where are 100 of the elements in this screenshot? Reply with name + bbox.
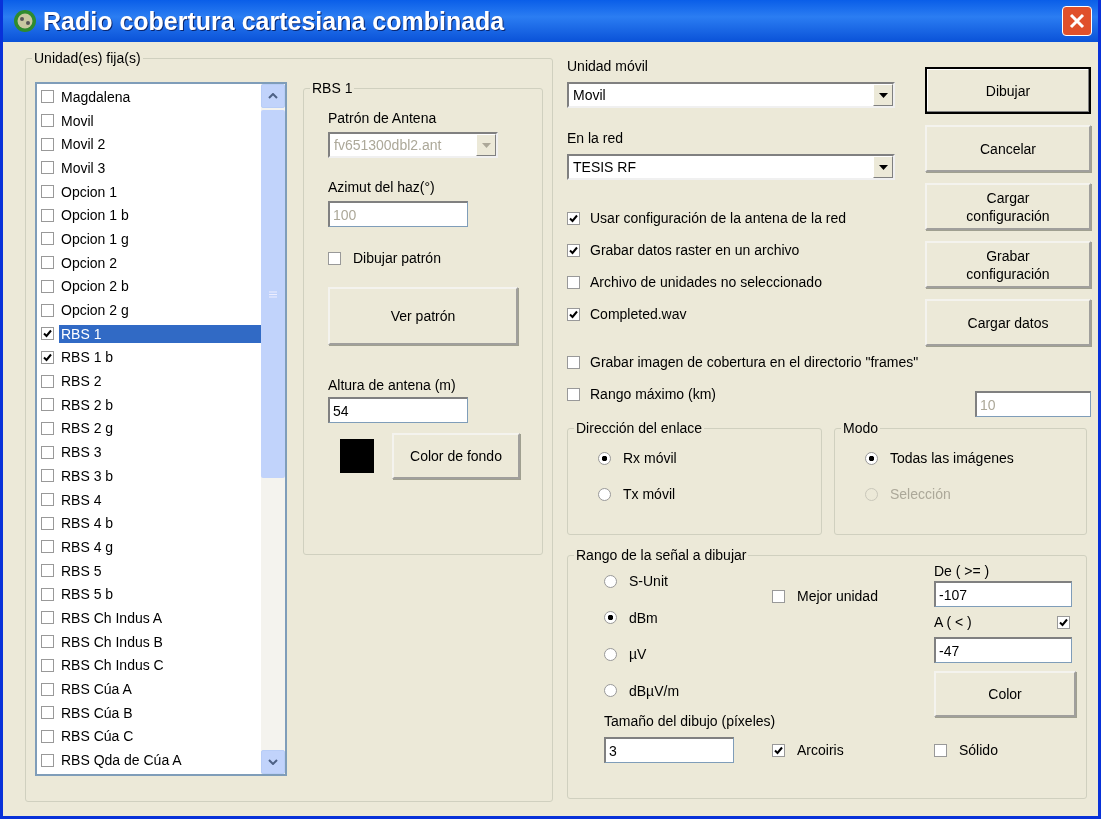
action-button[interactable]: Cancelar <box>925 125 1091 172</box>
list-item[interactable]: RBS 5 <box>59 561 104 580</box>
action-button[interactable]: Cargar datos <box>925 299 1091 346</box>
list-item[interactable]: Movil 2 <box>59 135 108 154</box>
checkbox[interactable] <box>41 137 54 151</box>
checkbox[interactable] <box>41 398 54 412</box>
checkbox[interactable] <box>41 587 54 601</box>
checkbox[interactable] <box>41 303 54 317</box>
list-item[interactable]: Magdalena <box>59 87 133 106</box>
checkbox[interactable] <box>41 564 54 578</box>
action-button[interactable]: Grabar configuración <box>925 241 1091 288</box>
group-legend: RBS 1 <box>310 80 355 96</box>
list-item[interactable]: RBS 2 g <box>59 419 116 438</box>
list-item[interactable]: RBS Ch Indus A <box>59 608 165 627</box>
checkbox[interactable] <box>41 208 54 222</box>
list-item[interactable]: RBS 1 <box>59 324 261 343</box>
radio-label: dBm <box>629 609 658 626</box>
antenna-height-field[interactable]: 54 <box>328 397 468 423</box>
list-item[interactable]: RBS 5 b <box>59 585 116 604</box>
checkbox[interactable] <box>41 540 54 554</box>
checkbox[interactable] <box>41 445 54 459</box>
checkbox[interactable] <box>41 706 54 720</box>
list-item[interactable]: RBS Ch Indus B <box>59 632 165 651</box>
checkbox[interactable] <box>934 743 947 757</box>
checkbox[interactable] <box>41 90 54 104</box>
checkbox[interactable] <box>41 232 54 246</box>
checkbox[interactable] <box>41 753 54 767</box>
list-item[interactable]: Opcion 2 <box>59 253 120 272</box>
list-item[interactable]: RBS 4 b <box>59 514 116 533</box>
checkbox[interactable] <box>41 421 54 435</box>
list-item[interactable]: Movil <box>59 111 96 130</box>
checkbox[interactable] <box>567 243 580 257</box>
checkbox[interactable] <box>41 350 54 364</box>
action-button[interactable]: Dibujar <box>925 67 1091 114</box>
list-item[interactable]: Opcion 1 <box>59 182 120 201</box>
list-item[interactable]: RBS 1 b <box>59 348 116 367</box>
checkbox[interactable] <box>41 682 54 696</box>
list-item[interactable]: Opcion 1 b <box>59 206 131 225</box>
color-button[interactable]: Color <box>934 671 1076 717</box>
action-button[interactable]: Cargar configuración <box>925 183 1091 230</box>
checkbox[interactable] <box>328 251 341 265</box>
checkbox[interactable] <box>41 256 54 270</box>
list-item[interactable]: Opcion 2 b <box>59 277 131 296</box>
checkbox-label: Arcoiris <box>797 742 844 758</box>
checkbox[interactable] <box>567 355 580 369</box>
radio-button[interactable] <box>865 451 878 465</box>
mobile-unit-dropdown[interactable]: Movil <box>567 82 895 108</box>
close-icon <box>1069 13 1085 29</box>
checkbox[interactable] <box>41 516 54 530</box>
checkbox[interactable] <box>41 114 54 128</box>
checkbox[interactable] <box>1057 615 1070 629</box>
radio-button[interactable] <box>604 647 617 661</box>
list-item[interactable]: RBS Qda de Cúa A <box>59 751 184 770</box>
view-pattern-button[interactable]: Ver patrón <box>328 287 518 345</box>
radio-button[interactable] <box>598 451 611 465</box>
checkbox[interactable] <box>41 327 54 341</box>
from-field[interactable]: -107 <box>934 581 1072 607</box>
list-item[interactable]: RBS 2 b <box>59 395 116 414</box>
checkbox[interactable] <box>567 275 580 289</box>
checkbox[interactable] <box>41 469 54 483</box>
scrollbar[interactable] <box>261 84 285 774</box>
checkbox[interactable] <box>772 589 785 603</box>
list-item[interactable]: Opcion 2 g <box>59 301 131 320</box>
checkbox[interactable] <box>41 161 54 175</box>
list-item[interactable]: RBS 4 g <box>59 537 116 556</box>
checkbox[interactable] <box>41 611 54 625</box>
radio-button[interactable] <box>598 487 611 501</box>
checkbox[interactable] <box>567 307 580 321</box>
close-button[interactable] <box>1062 6 1092 36</box>
size-field[interactable]: 3 <box>604 737 734 763</box>
checkbox[interactable] <box>567 211 580 225</box>
list-item[interactable]: RBS Cúa B <box>59 703 135 722</box>
network-dropdown[interactable]: TESIS RF <box>567 154 895 180</box>
list-item[interactable]: RBS Cúa C <box>59 727 136 746</box>
list-item[interactable]: RBS Cúa A <box>59 680 134 699</box>
checkbox[interactable] <box>41 658 54 672</box>
list-item[interactable]: RBS 4 <box>59 490 104 509</box>
checkbox-label: Sólido <box>959 742 998 758</box>
list-item[interactable]: Movil 3 <box>59 158 108 177</box>
checkbox[interactable] <box>41 729 54 743</box>
list-item[interactable]: RBS 3 <box>59 443 104 462</box>
app-icon <box>13 9 37 33</box>
radio-button[interactable] <box>604 611 617 625</box>
radio-button[interactable] <box>604 684 617 698</box>
list-item[interactable]: RBS 2 <box>59 372 104 391</box>
checkbox[interactable] <box>772 743 785 757</box>
radio-label: S-Unit <box>629 573 668 590</box>
checkbox[interactable] <box>41 185 54 199</box>
list-item[interactable]: RBS Ch Indus C <box>59 656 166 675</box>
dropdown-arrow-icon <box>878 92 888 98</box>
checkbox[interactable] <box>41 279 54 293</box>
list-item[interactable]: Opcion 1 g <box>59 229 131 248</box>
to-field[interactable]: -47 <box>934 637 1072 663</box>
list-item[interactable]: RBS 3 b <box>59 466 116 485</box>
checkbox[interactable] <box>41 374 54 388</box>
radio-button[interactable] <box>604 574 617 588</box>
scrollbar-thumb[interactable] <box>261 110 285 478</box>
checkbox[interactable] <box>41 635 54 649</box>
checkbox[interactable] <box>41 493 54 507</box>
background-color-button[interactable]: Color de fondo <box>392 433 520 479</box>
